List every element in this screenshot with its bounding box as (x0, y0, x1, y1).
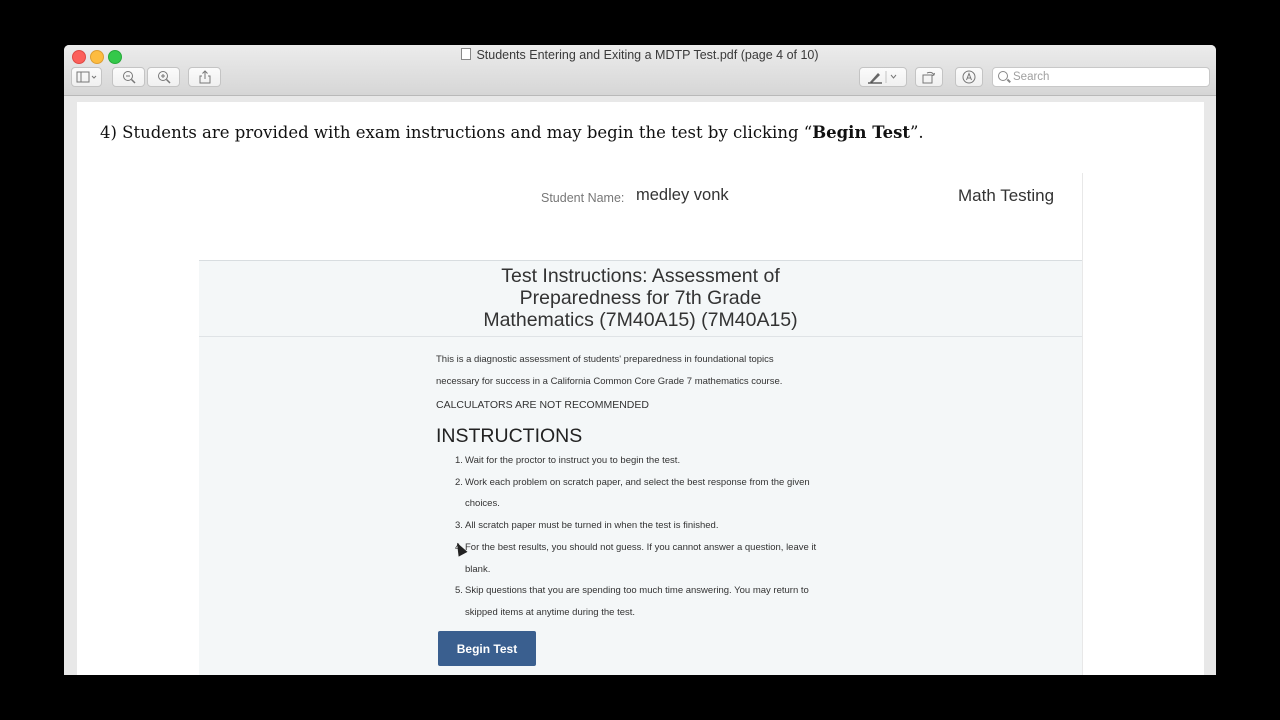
search-icon (998, 71, 1008, 81)
step-heading-bold: Begin Test (812, 123, 910, 142)
list-item-text: skipped items at anytime during the test… (465, 606, 636, 618)
list-item: 3. All scratch paper must be turned in wh… (455, 515, 875, 537)
zoom-out-button[interactable] (112, 67, 145, 87)
markup-toolbar-button[interactable] (955, 67, 983, 87)
list-item-text: Wait for the proctor to instruct you to … (465, 455, 681, 466)
description-line: This is a diagnostic assessment of stude… (436, 354, 774, 365)
search-field[interactable]: Search (992, 67, 1210, 87)
divider (199, 336, 1082, 337)
sidebar-icon (76, 71, 96, 83)
pen-icon (868, 71, 897, 84)
window-title-text: Students Entering and Exiting a MDTP Tes… (476, 48, 819, 62)
embedded-test-screenshot: Student Name: medley vonk Math Testing T… (199, 173, 1083, 675)
search-placeholder: Search (1013, 71, 1050, 83)
instructions-title: Test Instructions: Assessment of Prepare… (199, 265, 1082, 331)
sidebar-toggle-button[interactable] (71, 67, 102, 87)
instructions-heading: INSTRUCTIONS (436, 425, 583, 447)
test-description: This is a diagnostic assessment of stude… (436, 349, 856, 393)
list-item-number: 2. (455, 476, 463, 488)
zoom-out-icon (122, 71, 136, 84)
pdf-page: 4) Students are provided with exam instr… (77, 102, 1204, 675)
rotate-icon (922, 71, 935, 84)
step-heading: 4) Students are provided with exam instr… (100, 123, 924, 142)
markup-pen-button[interactable] (859, 67, 907, 87)
markup-icon (962, 70, 976, 84)
list-item-text: choices. (465, 498, 500, 510)
student-name-label: Student Name: (541, 191, 625, 205)
app-header: Student Name: medley vonk Math Testing (199, 173, 1082, 261)
instructions-title-line: Preparedness for 7th Grade (519, 287, 762, 309)
list-item-number: 5. (455, 585, 463, 597)
math-testing-title: Math Testing (958, 186, 1055, 205)
list-item-text: blank. (465, 563, 491, 575)
step-heading-suffix: ”. (910, 123, 924, 142)
pdf-document-icon (461, 48, 472, 60)
share-button[interactable] (188, 67, 221, 87)
instructions-list: 1. Wait for the proctor to instruct you t… (455, 450, 875, 624)
rotate-button[interactable] (915, 67, 943, 87)
preview-window: Students Entering and Exiting a MDTP Tes… (64, 45, 1216, 675)
begin-test-button[interactable]: Begin Test (438, 631, 536, 666)
calculators-note: CALCULATORS ARE NOT RECOMMENDED (436, 399, 649, 411)
list-item: 2. Work each problem on scratch paper, an… (455, 472, 875, 515)
list-item: 5. Skip questions that you are spending t… (455, 580, 875, 623)
description-line: necessary for success in a California Co… (436, 376, 783, 387)
list-item: 4. For the best results, you should not g… (455, 537, 875, 580)
window-title: Students Entering and Exiting a MDTP Tes… (64, 48, 1216, 62)
student-name-value: medley vonk (636, 186, 729, 204)
list-item-number: 1. (455, 455, 463, 466)
title-bar: Students Entering and Exiting a MDTP Tes… (64, 45, 1216, 96)
instructions-title-line: Mathematics (7M40A15) (7M40A15) (483, 309, 798, 331)
step-heading-text: 4) Students are provided with exam instr… (100, 123, 813, 142)
zoom-in-icon (157, 71, 171, 84)
zoom-in-button[interactable] (147, 67, 180, 87)
list-item: 1. Wait for the proctor to instruct you t… (455, 450, 875, 472)
list-item-text: All scratch paper must be turned in when… (465, 520, 719, 532)
list-item-number: 3. (455, 520, 463, 532)
list-item-text: For the best results, you should not gue… (465, 541, 817, 553)
share-icon (199, 70, 210, 84)
list-item-text: Skip questions that you are spending too… (465, 585, 809, 597)
instructions-panel: Test Instructions: Assessment of Prepare… (199, 261, 1082, 675)
instructions-title-line: Test Instructions: Assessment of (501, 265, 780, 287)
list-item-text: Work each problem on scratch paper, and … (465, 476, 810, 488)
